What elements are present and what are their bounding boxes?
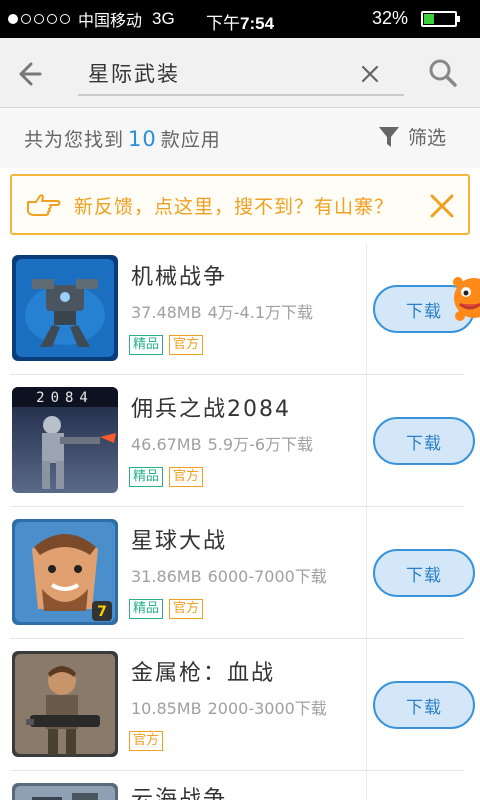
filter-funnel-icon	[379, 126, 399, 147]
close-icon	[430, 194, 454, 218]
floating-mascot-button[interactable]	[450, 268, 480, 328]
app-size: 37.48MB	[131, 303, 202, 322]
app-downloads: 4万-4.1万下载	[207, 303, 313, 322]
battery-icon	[421, 11, 460, 27]
tag-featured: 精品	[129, 335, 164, 355]
svg-text:7: 7	[97, 604, 107, 620]
network-type: 3G	[152, 9, 175, 28]
feedback-banner[interactable]: 新反馈，点这里，搜不到？有山寨？	[10, 174, 470, 235]
app-size: 10.85MB	[131, 699, 202, 718]
app-downloads: 2000-3000下载	[207, 699, 327, 718]
list-item[interactable]: 金属枪：血战 10.85MB 2000-3000下载 官方 下载	[0, 639, 480, 771]
download-button[interactable]: 下载	[373, 417, 475, 465]
app-size: 46.67MB	[131, 435, 202, 454]
feedback-close-button[interactable]	[428, 192, 456, 220]
app-name: 佣兵之战2084	[131, 397, 291, 422]
app-tags: 精品 官方	[129, 467, 204, 487]
app-name: 金属枪：血战	[131, 661, 276, 686]
search-box	[78, 52, 404, 96]
result-summary: 共为您找到 10 款应用	[24, 127, 221, 151]
app-list: 机械战争 37.48MB 4万-4.1万下载 精品 官方 下载 2084 佣兵之…	[0, 243, 480, 800]
tag-official: 官方	[129, 731, 164, 751]
svg-text:2084: 2084	[36, 390, 94, 406]
signal-strength-icon	[8, 14, 70, 24]
feedback-text: 新反馈，点这里，搜不到？有山寨？	[74, 196, 395, 218]
app-name: 星球大战	[131, 529, 228, 554]
app-meta: 37.48MB 4万-4.1万下载	[131, 299, 319, 323]
filter-label: 筛选	[408, 127, 447, 149]
result-summary-bar: 共为您找到 10 款应用 筛选	[0, 108, 480, 168]
list-item[interactable]: 2084 佣兵之战2084 46.67MB 5.9万-6万下载 精品 官方 下载	[0, 375, 480, 507]
pointing-hand-icon	[27, 194, 61, 216]
list-item[interactable]: 云海战争	[0, 771, 480, 800]
metal-gun-icon	[12, 651, 118, 757]
app-downloads: 6000-7000下载	[207, 567, 327, 586]
search-input[interactable]	[88, 56, 348, 90]
cloud-sea-war-icon	[12, 783, 118, 800]
planet-war-icon: 7	[12, 519, 118, 625]
app-meta: 31.86MB 6000-7000下载	[131, 563, 333, 587]
app-downloads: 5.9万-6万下载	[207, 435, 313, 454]
search-header	[0, 38, 480, 108]
app-name: 机械战争	[131, 265, 228, 290]
app-meta: 46.67MB 5.9万-6万下载	[131, 431, 319, 455]
download-button[interactable]: 下载	[373, 549, 475, 597]
clock: 下午7:54	[206, 14, 275, 33]
mercenary-2084-icon: 2084	[12, 387, 118, 493]
app-tags: 官方	[129, 731, 164, 751]
mech-war-icon	[12, 255, 118, 361]
mascot-icon	[453, 277, 480, 321]
status-bar: 中国移动 3G 下午7:54 32%	[0, 0, 480, 38]
list-item[interactable]: 7 星球大战 31.86MB 6000-7000下载 精品 官方 下载	[0, 507, 480, 639]
close-icon	[361, 65, 379, 83]
download-button[interactable]: 下载	[373, 681, 475, 729]
tag-featured: 精品	[129, 467, 164, 487]
result-count: 10	[128, 127, 157, 151]
carrier-name: 中国移动	[78, 13, 143, 30]
search-icon	[429, 59, 457, 87]
list-item[interactable]: 机械战争 37.48MB 4万-4.1万下载 精品 官方 下载	[0, 243, 480, 375]
battery-percentage: 32%	[372, 8, 409, 28]
app-meta: 10.85MB 2000-3000下载	[131, 695, 333, 719]
clear-search-button[interactable]	[358, 62, 382, 86]
back-arrow-icon	[19, 62, 42, 86]
app-size: 31.86MB	[131, 567, 202, 586]
search-button[interactable]	[426, 56, 460, 90]
tag-official: 官方	[169, 467, 204, 487]
tag-official: 官方	[169, 335, 204, 355]
tag-official: 官方	[169, 599, 204, 619]
app-name: 云海战争	[131, 787, 228, 800]
back-button[interactable]	[14, 56, 50, 92]
filter-button[interactable]: 筛选	[378, 123, 446, 150]
app-tags: 精品 官方	[129, 335, 204, 355]
app-tags: 精品 官方	[129, 599, 204, 619]
tag-featured: 精品	[129, 599, 164, 619]
